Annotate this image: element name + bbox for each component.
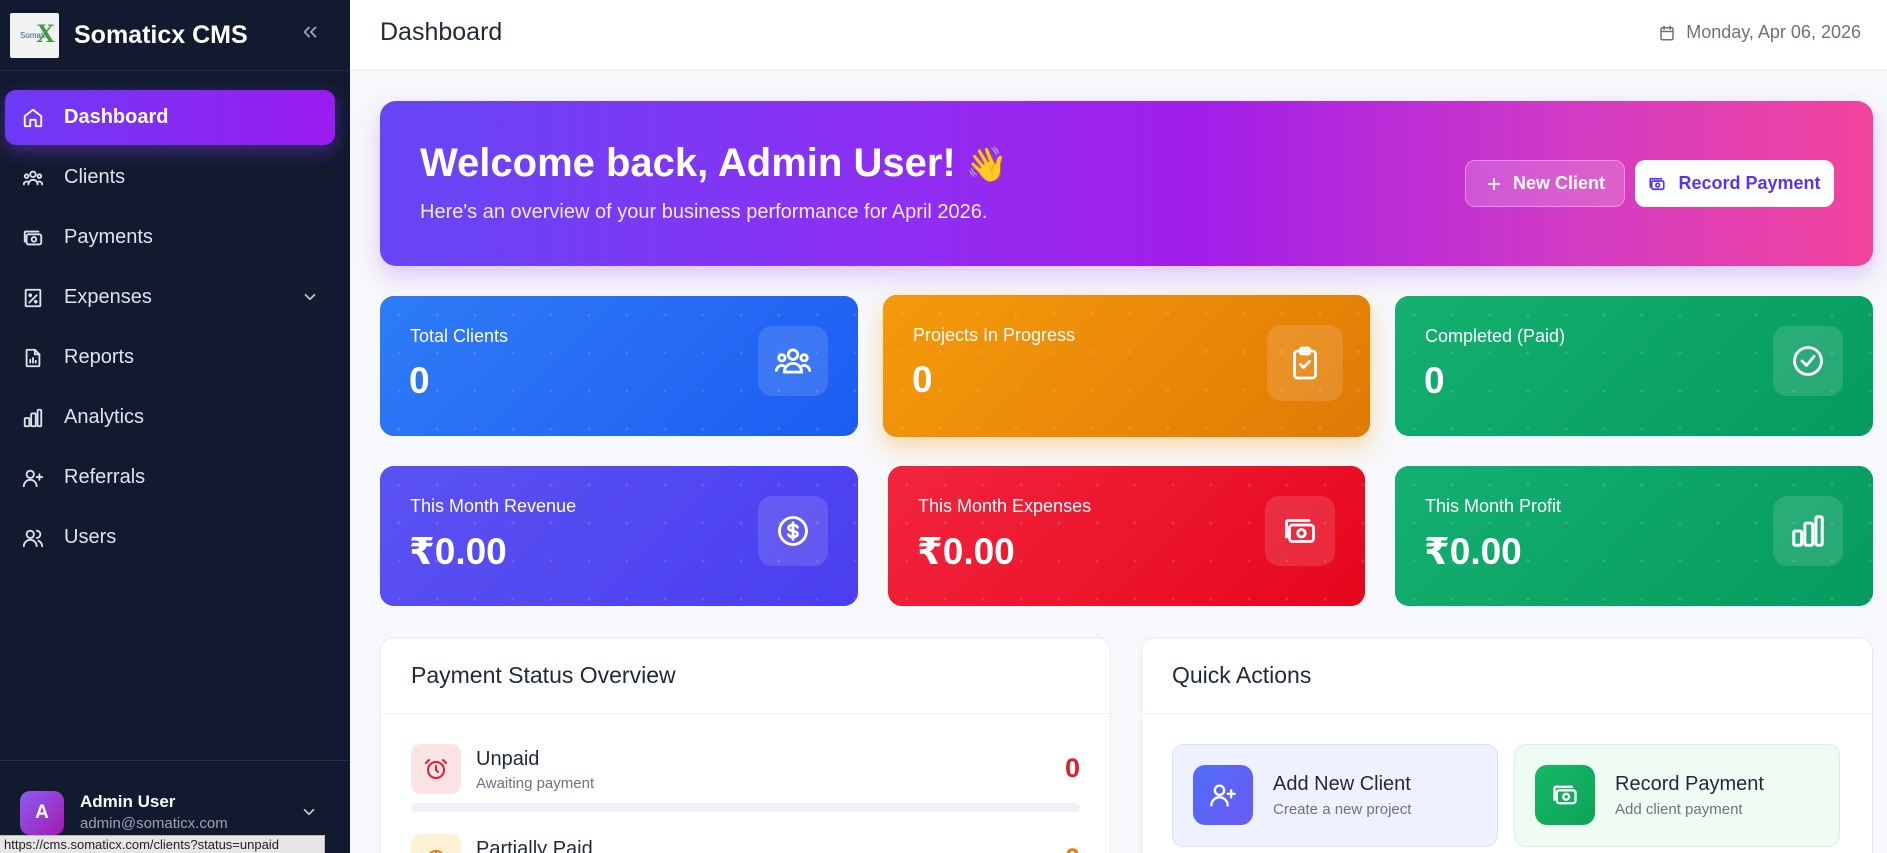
bar-chart-icon — [21, 406, 45, 430]
clipboard-check-icon — [1267, 325, 1343, 401]
sidebar-item-label: Dashboard — [64, 106, 169, 128]
new-client-label: New Client — [1512, 173, 1605, 193]
welcome-subtitle: Here's an overview of your business perf… — [420, 201, 988, 223]
record-payment-action[interactable]: Record Payment Add client payment — [1514, 744, 1840, 847]
status-title: Unpaid — [476, 748, 540, 770]
action-title: Add New Client — [1273, 773, 1411, 795]
date-text: Monday, Apr 06, 2026 — [1686, 22, 1861, 42]
status-count: 0 — [1065, 843, 1080, 853]
sidebar-item-label: Analytics — [64, 406, 145, 428]
user-name: Admin User — [80, 792, 176, 811]
status-title: Partially Paid — [476, 838, 593, 853]
chevron-down-icon[interactable] — [300, 803, 318, 821]
stat-label: This Month Revenue — [410, 496, 577, 516]
stat-value: ₹0.00 — [917, 531, 1015, 572]
users-icon — [21, 166, 45, 190]
stat-card-total-clients[interactable]: Total Clients 0 — [380, 296, 858, 436]
brand-logo[interactable]: Somatic X — [10, 12, 59, 58]
banknote-icon — [1649, 177, 1666, 190]
banknote-icon — [1265, 496, 1335, 566]
sidebar-item-clients[interactable]: Clients — [5, 150, 335, 205]
status-subtitle: Awaiting payment — [476, 775, 595, 792]
welcome-title-text: Welcome back, Admin User! — [420, 141, 956, 185]
sidebar-item-label: Users — [64, 526, 117, 548]
sidebar-item-label: Reports — [64, 346, 135, 368]
file-chart-icon — [21, 346, 45, 370]
page-title: Dashboard — [380, 18, 503, 46]
stat-value: ₹0.00 — [409, 531, 507, 572]
sidebar-item-referrals[interactable]: Referrals — [5, 450, 335, 505]
brand-name: Somaticx CMS — [74, 20, 248, 49]
browser-status-url: https://cms.somaticx.com/clients?status=… — [0, 835, 325, 853]
stat-value: 0 — [912, 359, 933, 400]
half-circle-icon — [411, 834, 461, 853]
stat-card-month-expenses[interactable]: This Month Expenses ₹0.00 — [888, 466, 1365, 606]
stat-label: Completed (Paid) — [1425, 326, 1566, 346]
card-title: Payment Status Overview — [411, 662, 676, 688]
sidebar-item-expenses[interactable]: Expenses — [5, 270, 335, 325]
avatar: A — [20, 791, 64, 835]
home-icon — [21, 106, 45, 130]
sidebar-item-dashboard[interactable]: Dashboard — [5, 90, 335, 145]
check-circle-icon — [1773, 326, 1843, 396]
stat-label: Total Clients — [410, 326, 509, 346]
chevrons-left-icon — [303, 26, 317, 38]
stat-card-month-revenue[interactable]: This Month Revenue ₹0.00 — [380, 466, 858, 606]
logo-mark: X — [36, 18, 55, 48]
sidebar-item-users[interactable]: Users — [5, 510, 335, 565]
chevron-down-icon — [304, 293, 316, 301]
stat-value: 0 — [409, 360, 430, 401]
sidebar-item-reports[interactable]: Reports — [5, 330, 335, 385]
sidebar-item-label: Referrals — [64, 466, 146, 488]
quick-actions-card: Quick Actions Add New Client Create a ne… — [1141, 637, 1873, 853]
action-subtitle: Create a new project — [1273, 801, 1412, 818]
bar-chart-icon — [1773, 496, 1843, 566]
action-title: Record Payment — [1615, 773, 1764, 795]
receipt-icon — [21, 286, 45, 310]
record-payment-button[interactable]: Record Payment — [1635, 160, 1834, 207]
new-client-button[interactable]: New Client — [1465, 160, 1625, 207]
banknote-icon — [1535, 765, 1595, 825]
topbar: Dashboard Monday, Apr 06, 2026 — [350, 0, 1887, 71]
welcome-banner: Welcome back, Admin User! 👋 Here's an ove… — [380, 101, 1873, 266]
action-subtitle: Add client payment — [1615, 801, 1743, 818]
stat-card-projects-in-progress[interactable]: Projects In Progress 0 — [883, 295, 1370, 437]
users-icon — [758, 326, 828, 396]
progress-bar — [411, 803, 1080, 812]
payment-status-card: Payment Status Overview Unpaid Awaiting … — [380, 637, 1111, 853]
user-group-icon — [21, 526, 45, 550]
wave-emoji: 👋 — [965, 146, 1009, 184]
sidebar-nav: Dashboard Clients Payments Expenses Repo… — [5, 90, 335, 570]
sidebar-item-label: Payments — [64, 226, 153, 248]
divider — [381, 713, 1110, 714]
sidebar-item-payments[interactable]: Payments — [5, 210, 335, 265]
welcome-title: Welcome back, Admin User! 👋 — [420, 141, 1008, 186]
sidebar-item-analytics[interactable]: Analytics — [5, 390, 335, 445]
sidebar-item-label: Expenses — [64, 286, 152, 308]
stat-value: ₹0.00 — [1424, 531, 1522, 572]
current-date: Monday, Apr 06, 2026 — [1658, 22, 1861, 43]
dollar-circle-icon — [758, 496, 828, 566]
sidebar: Somatic X Somaticx CMS Dashboard Clients… — [0, 0, 350, 853]
sidebar-item-label: Clients — [64, 166, 126, 188]
add-new-client-action[interactable]: Add New Client Create a new project — [1172, 744, 1498, 847]
user-plus-icon — [21, 466, 45, 490]
collapse-sidebar-button[interactable] — [296, 18, 324, 46]
plus-icon — [1487, 177, 1501, 190]
user-email: admin@somaticx.com — [80, 815, 228, 832]
record-payment-label: Record Payment — [1678, 173, 1821, 193]
stat-label: Projects In Progress — [913, 325, 1076, 345]
status-count: 0 — [1064, 753, 1080, 783]
user-plus-icon — [1193, 765, 1253, 825]
stat-card-completed-paid[interactable]: Completed (Paid) 0 — [1395, 296, 1873, 436]
card-title: Quick Actions — [1172, 662, 1312, 688]
stat-label: This Month Profit — [1425, 496, 1562, 516]
divider — [1142, 713, 1872, 714]
stat-label: This Month Expenses — [918, 496, 1092, 516]
stat-card-month-profit[interactable]: This Month Profit ₹0.00 — [1395, 466, 1873, 606]
calendar-icon — [1660, 25, 1674, 40]
banknote-icon — [21, 226, 45, 250]
clock-icon — [411, 744, 461, 794]
stat-value: 0 — [1424, 360, 1445, 401]
